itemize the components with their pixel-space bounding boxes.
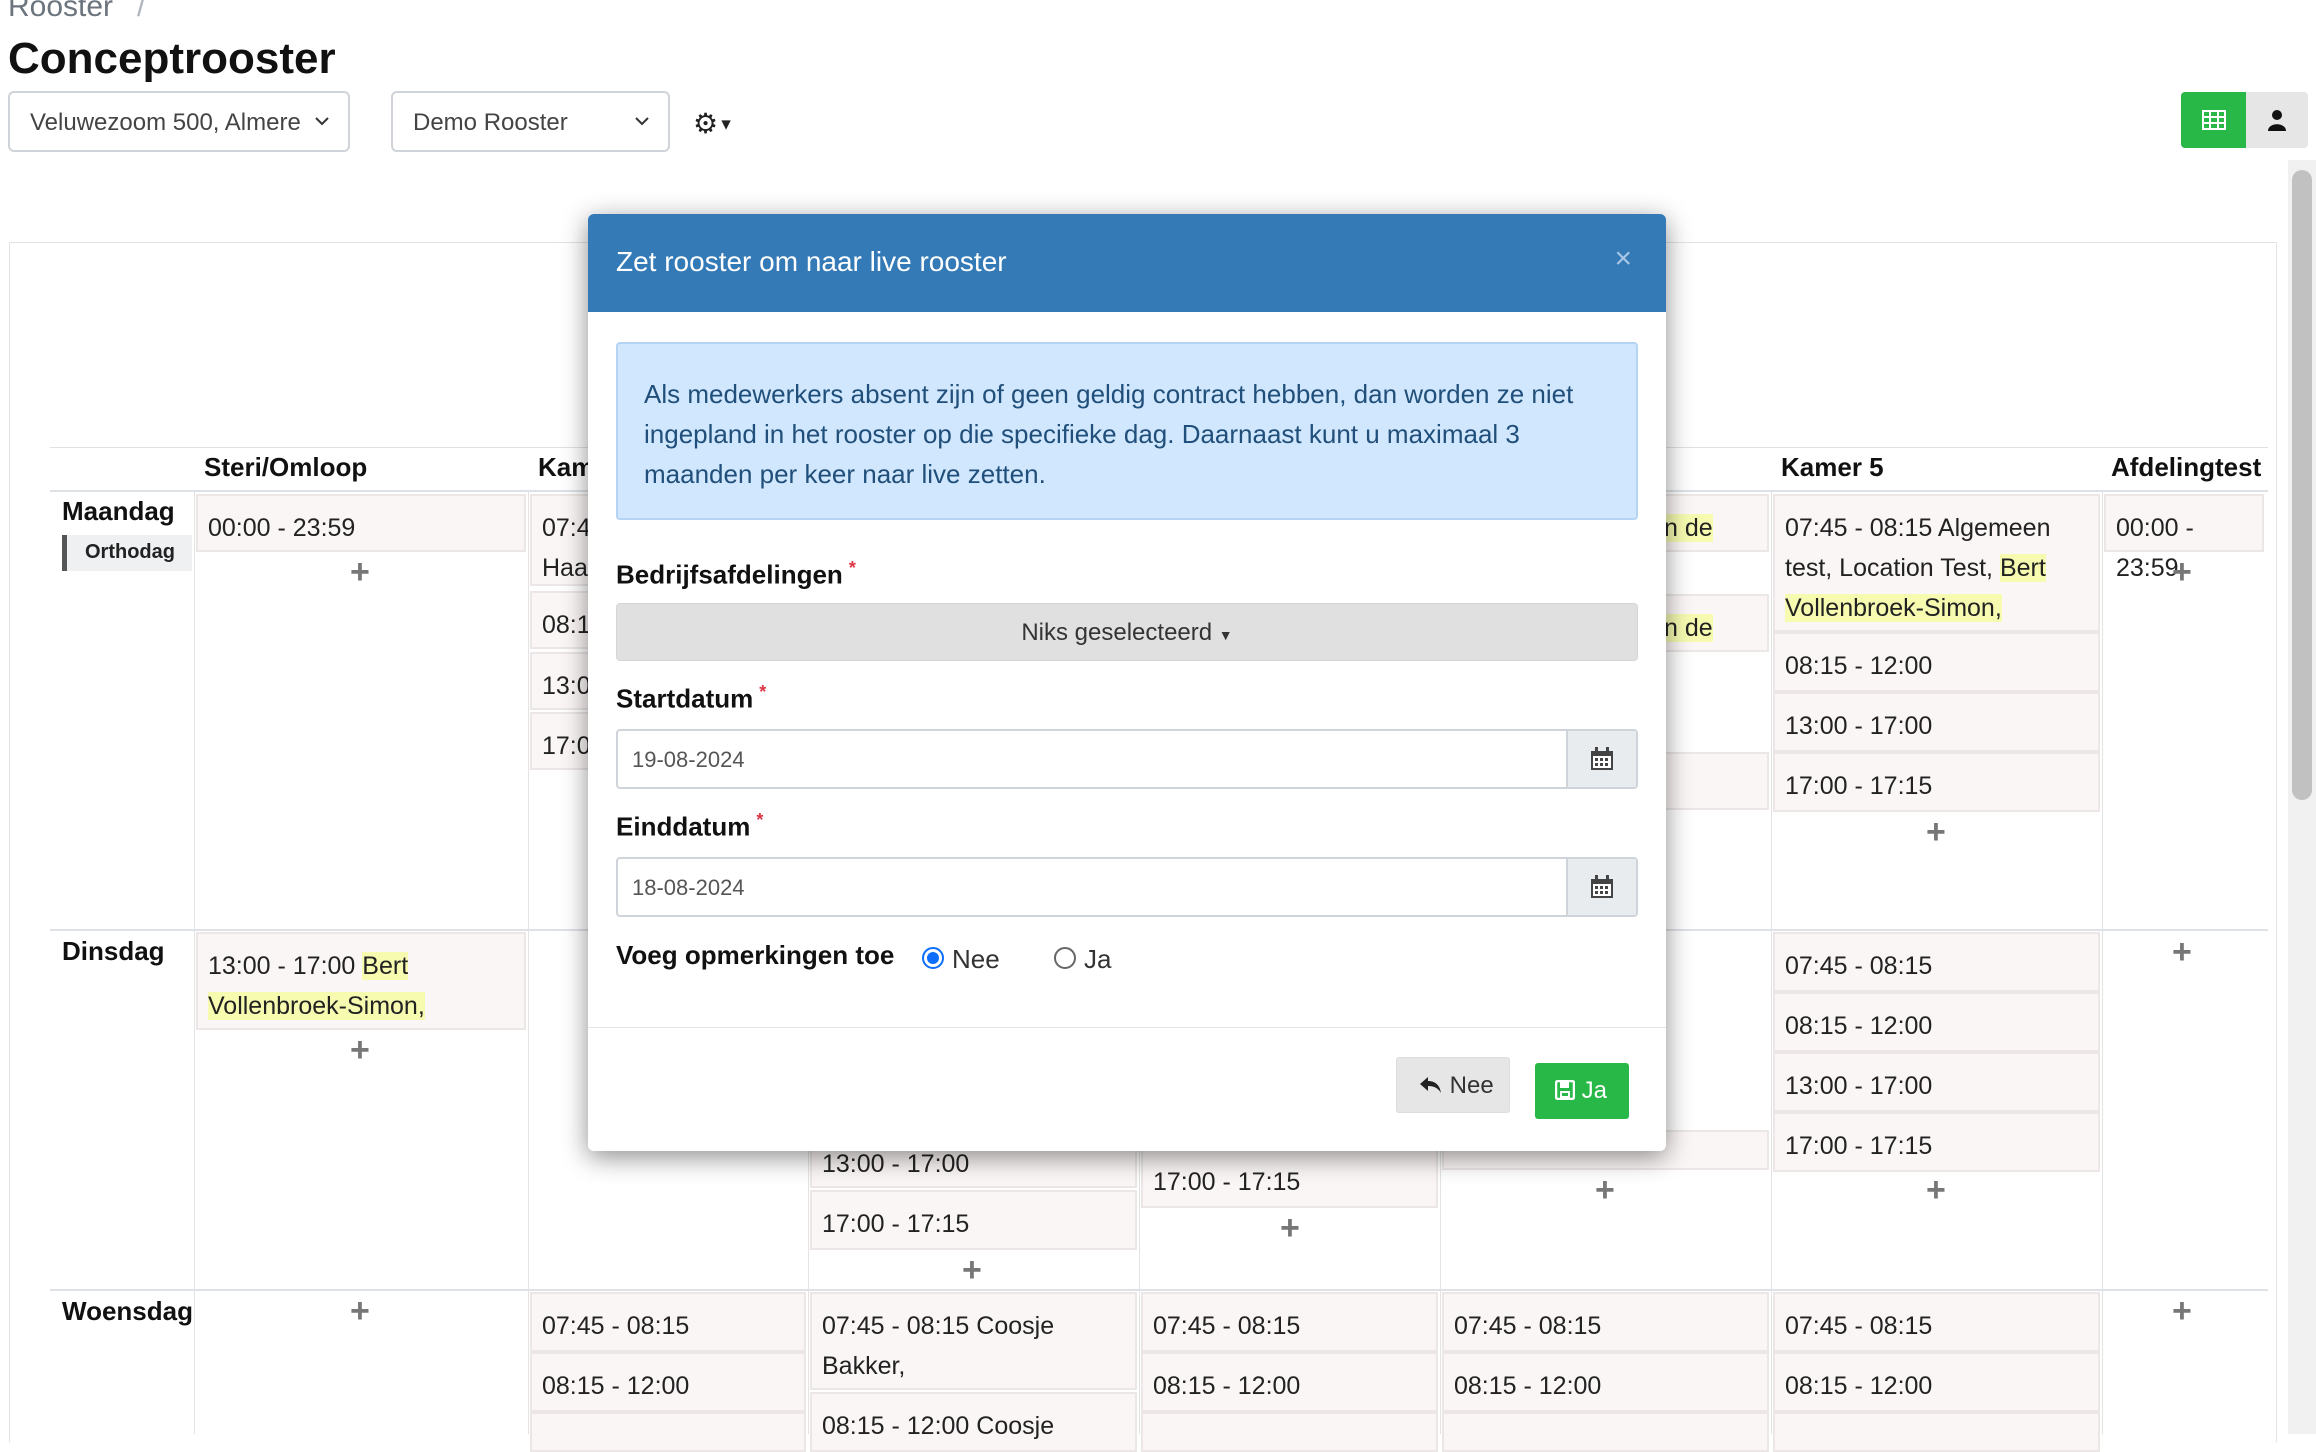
departments-value: Niks geselecteerd: [1021, 619, 1213, 646]
start-date-field[interactable]: 19-08-2024: [616, 729, 1638, 789]
info-alert: Als medewerkers absent zijn of geen geld…: [616, 342, 1638, 520]
remarks-label: Voeg opmerkingen toe: [616, 940, 895, 970]
start-date-calendar-button[interactable]: [1566, 731, 1636, 787]
end-date-field[interactable]: 18-08-2024: [616, 857, 1638, 917]
save-icon: [1554, 1079, 1576, 1101]
cancel-button-label: Nee: [1449, 1072, 1494, 1099]
cancel-button[interactable]: Nee: [1396, 1057, 1510, 1113]
calendar-icon: [1591, 747, 1613, 770]
end-date-label: Einddatum *: [616, 810, 763, 843]
departments-label-text: Bedrijfsafdelingen: [616, 559, 843, 590]
remarks-radio-no[interactable]: Nee: [922, 944, 1000, 975]
modal-title: Zet rooster om naar live rooster: [616, 246, 1007, 277]
start-date-label: Startdatum *: [616, 682, 766, 715]
undo-icon: [1420, 1077, 1441, 1093]
radio-yes-label: Ja: [1084, 944, 1112, 974]
start-date-label-text: Startdatum: [616, 683, 754, 714]
live-schedule-modal: Zet rooster om naar live rooster × Als m…: [588, 214, 1666, 1151]
calendar-icon: [1591, 875, 1613, 898]
end-date-value: 18-08-2024: [632, 875, 745, 900]
confirm-button-label: Ja: [1581, 1077, 1608, 1104]
confirm-button[interactable]: Ja: [1535, 1063, 1629, 1119]
start-date-value: 19-08-2024: [632, 747, 745, 772]
departments-multiselect[interactable]: Niks geselecteerd ▼: [616, 603, 1638, 661]
caret-down-icon: ▼: [1218, 627, 1233, 643]
divider: [588, 1027, 1666, 1028]
end-date-calendar-button[interactable]: [1566, 859, 1636, 915]
end-date-label-text: Einddatum: [616, 811, 751, 842]
close-icon[interactable]: ×: [1614, 242, 1632, 276]
departments-label: Bedrijfsafdelingen *: [616, 558, 856, 591]
required-marker: *: [759, 682, 767, 702]
radio-no-label: Nee: [952, 944, 1000, 974]
required-marker: *: [756, 810, 764, 830]
radio-selected-icon: [922, 947, 944, 970]
remarks-radio-yes[interactable]: Ja: [1054, 944, 1111, 975]
required-marker: *: [848, 558, 856, 578]
radio-empty-icon: [1054, 947, 1076, 970]
modal-header: Zet rooster om naar live rooster ×: [588, 214, 1666, 312]
